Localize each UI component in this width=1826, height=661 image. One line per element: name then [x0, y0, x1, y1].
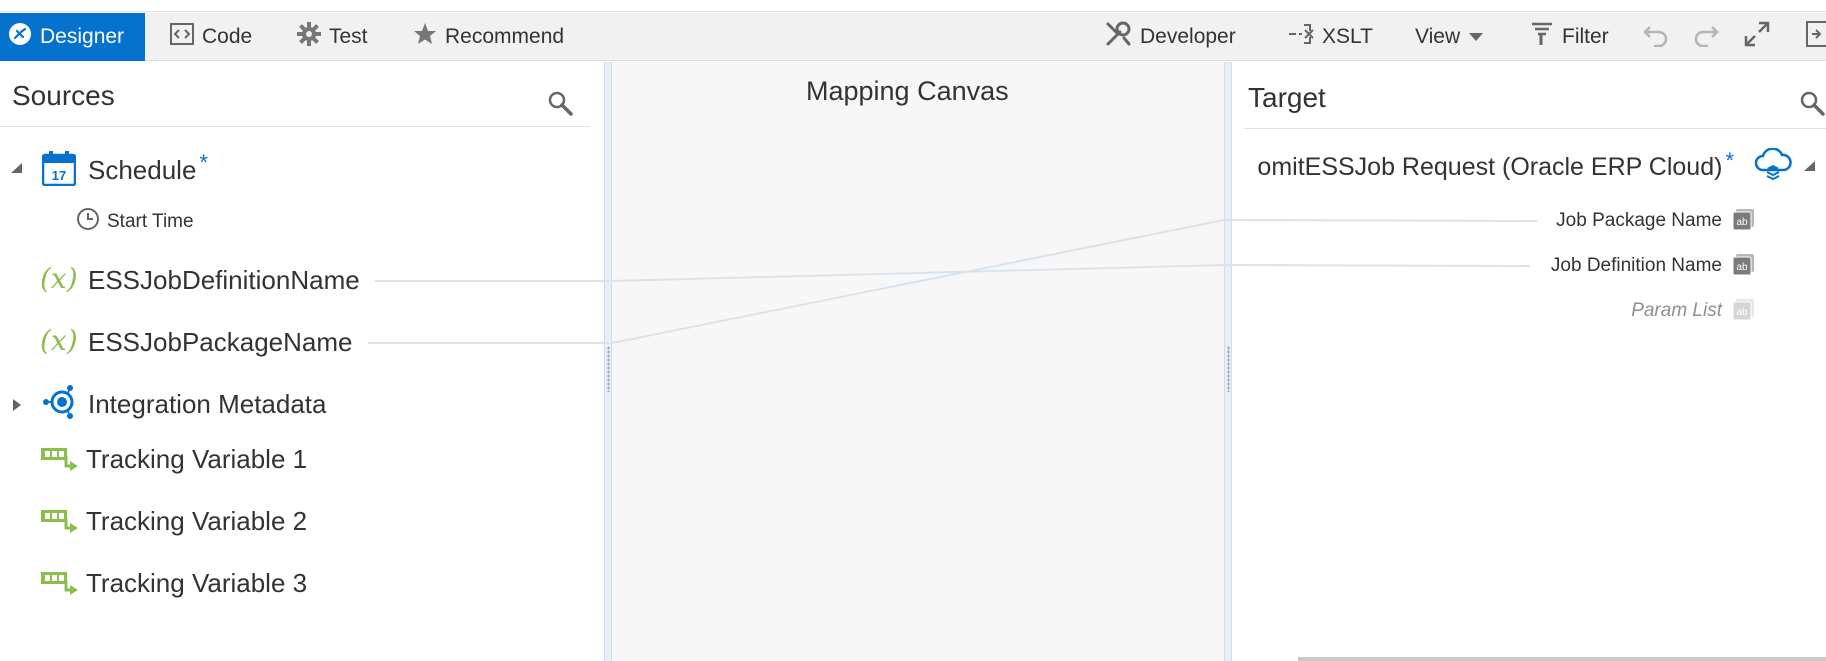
sources-pane: Sources 17 Schedule * Start Time (x) ESS…: [0, 62, 604, 661]
target-root-label: omitESSJob Request (Oracle ERP Cloud): [1257, 153, 1723, 181]
developer-label: Developer: [1140, 25, 1236, 48]
sources-search-icon[interactable]: [547, 90, 573, 121]
expand-button[interactable]: [1744, 13, 1770, 61]
string-type-icon: ab: [1732, 208, 1754, 231]
source-row-integration-metadata[interactable]: Integration Metadata: [42, 384, 327, 425]
designer-icon: [8, 22, 32, 52]
start-time-label: Start Time: [107, 210, 194, 232]
designer-tab[interactable]: Designer: [0, 13, 145, 61]
code-icon: [170, 23, 194, 51]
horizontal-scrollbar[interactable]: [1298, 657, 1826, 661]
integration-metadata-icon: [42, 384, 78, 425]
gear-icon: [297, 22, 321, 52]
filter-icon: [1530, 21, 1554, 53]
collapse-triangle-icon[interactable]: [1802, 159, 1816, 177]
calendar-day: 17: [52, 168, 66, 183]
source-row-ess-job-definition-name[interactable]: (x) ESSJobDefinitionName: [40, 262, 360, 299]
mapper-app: Designer Code Test Recommend Developer X…: [0, 0, 1826, 661]
source-label: ESSJobDefinitionName: [88, 265, 360, 295]
recommend-label: Recommend: [445, 25, 565, 48]
filter-label: Filter: [1562, 25, 1609, 48]
filter-button[interactable]: Filter: [1530, 13, 1609, 61]
window-top-strip: [0, 0, 1826, 12]
target-title: Target: [1248, 82, 1326, 113]
left-splitter[interactable]: [604, 62, 612, 661]
sources-divider: [0, 126, 590, 127]
target-divider: [1244, 128, 1826, 129]
view-menu[interactable]: View: [1415, 13, 1484, 61]
target-field-job-package-name[interactable]: Job Package Name: [1556, 210, 1722, 232]
expand-icon: [1744, 21, 1770, 53]
splitter-grip[interactable]: [607, 346, 610, 392]
expand-triangle-icon[interactable]: [12, 398, 22, 417]
clock-icon: [76, 207, 100, 236]
collapse-panel-button[interactable]: [1806, 13, 1826, 61]
svg-text:ab: ab: [1736, 262, 1748, 273]
undo-icon: [1642, 21, 1670, 53]
test-label: Test: [329, 25, 368, 48]
redo-button[interactable]: [1692, 13, 1720, 61]
source-label: Tracking Variable 3: [86, 568, 308, 598]
tracking-variable-icon: [40, 566, 80, 601]
recommend-tab[interactable]: Recommend: [413, 13, 564, 61]
toolbar: Designer Code Test Recommend Developer X…: [0, 13, 1826, 61]
collapse-triangle-icon[interactable]: [9, 161, 23, 179]
chevron-down-icon: [1468, 25, 1484, 49]
source-label: Tracking Variable 1: [86, 444, 308, 474]
cloud-icon: [1754, 147, 1792, 187]
test-tab[interactable]: Test: [297, 13, 368, 61]
target-pane: Target omitESSJob Request (Oracle ERP Cl…: [1232, 62, 1826, 661]
mapping-canvas[interactable]: Mapping Canvas: [612, 62, 1224, 661]
view-label: View: [1415, 25, 1461, 48]
source-label: Tracking Variable 2: [86, 506, 308, 536]
right-splitter[interactable]: [1224, 62, 1232, 661]
wrench-icon: [1104, 20, 1132, 54]
designer-label: Designer: [40, 25, 125, 48]
xslt-icon: [1288, 22, 1314, 52]
source-start-time-row[interactable]: Start Time: [76, 207, 194, 236]
svg-text:ab: ab: [1736, 307, 1748, 318]
target-search-icon[interactable]: [1799, 90, 1825, 121]
canvas-title: Mapping Canvas: [806, 76, 1009, 106]
panel-toggle-icon: [1806, 20, 1826, 54]
schedule-label: Schedule: [88, 155, 197, 185]
xslt-button[interactable]: XSLT: [1288, 13, 1373, 61]
svg-text:(x): (x): [40, 262, 78, 294]
target-field-job-definition-name[interactable]: Job Definition Name: [1551, 255, 1722, 277]
source-label: Integration Metadata: [88, 389, 327, 419]
source-schedule-row[interactable]: 17 Schedule *: [41, 150, 208, 191]
code-tab[interactable]: Code: [170, 13, 252, 61]
target-root-row[interactable]: omitESSJob Request (Oracle ERP Cloud) *: [1257, 147, 1816, 187]
code-label: Code: [202, 25, 253, 48]
svg-text:(x): (x): [40, 324, 78, 356]
source-row-tracking-variable-2[interactable]: Tracking Variable 2: [40, 504, 307, 539]
variable-icon: (x): [40, 262, 80, 299]
calendar-icon: 17: [41, 150, 77, 191]
tracking-variable-icon: [40, 504, 80, 539]
target-field-param-list[interactable]: Param List: [1631, 300, 1722, 322]
tracking-variable-icon: [40, 442, 80, 477]
required-marker: *: [199, 150, 208, 175]
source-row-ess-job-package-name[interactable]: (x) ESSJobPackageName: [40, 324, 352, 361]
star-icon: [413, 22, 437, 52]
developer-button[interactable]: Developer: [1104, 13, 1236, 61]
svg-text:ab: ab: [1736, 217, 1748, 228]
redo-icon: [1692, 21, 1720, 53]
string-type-icon: ab: [1732, 298, 1754, 321]
source-label: ESSJobPackageName: [88, 327, 353, 357]
source-row-tracking-variable-3[interactable]: Tracking Variable 3: [40, 566, 307, 601]
variable-icon: (x): [40, 324, 80, 361]
string-type-icon: ab: [1732, 253, 1754, 276]
required-marker: *: [1725, 148, 1734, 173]
source-row-tracking-variable-1[interactable]: Tracking Variable 1: [40, 442, 307, 477]
undo-button[interactable]: [1642, 13, 1670, 61]
splitter-grip[interactable]: [1227, 346, 1230, 392]
sources-title: Sources: [12, 80, 115, 111]
xslt-label: XSLT: [1322, 25, 1373, 48]
